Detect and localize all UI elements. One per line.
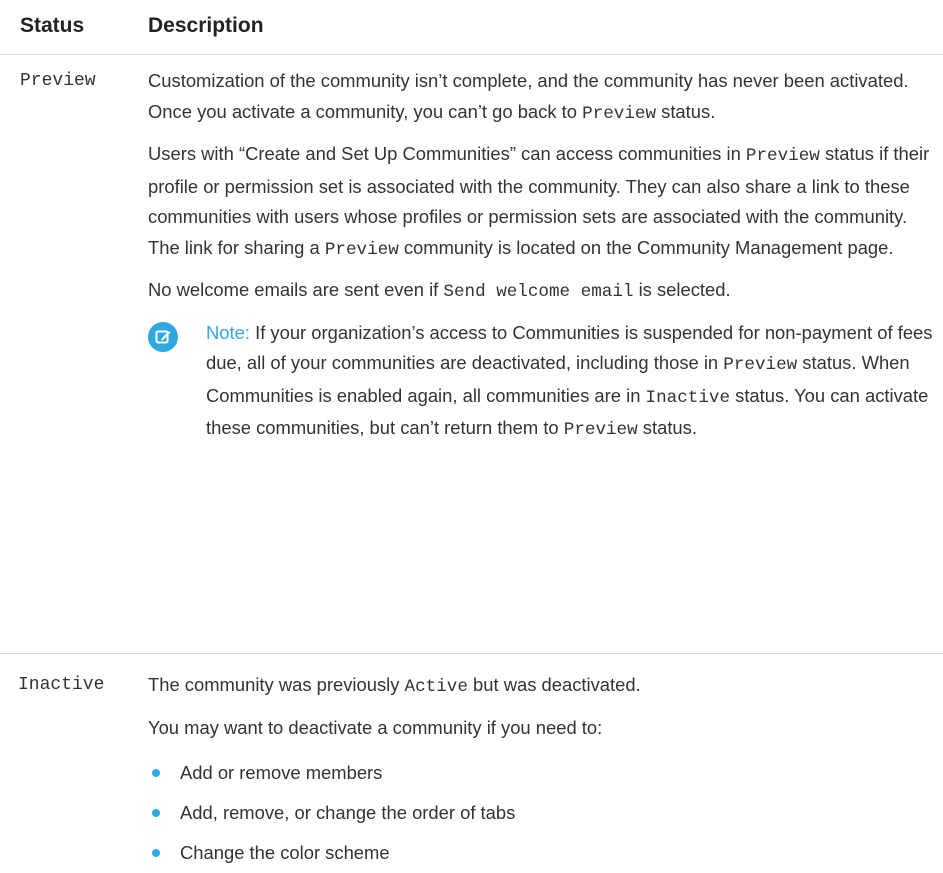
note-edit-icon-glyph [155, 330, 171, 343]
text-run: status. [637, 417, 697, 438]
description-inactive: The community was previously Active but … [148, 670, 933, 873]
list-item: Change the color scheme [148, 833, 933, 873]
description-column-header: Description [148, 14, 264, 37]
code-active: Active [404, 677, 468, 697]
code-inactive: Inactive [645, 387, 731, 408]
text-run: Customization of the community isn’t com… [148, 70, 909, 122]
code-send-welcome-email: Send welcome email [443, 282, 634, 302]
text-run: status. [656, 100, 716, 122]
code-preview: Preview [745, 146, 820, 166]
text-run: Users with “Create and Set Up Communitie… [148, 143, 746, 164]
status-column-header: Status [20, 14, 85, 37]
inactive-paragraph-1: The community was previously Active but … [148, 670, 933, 703]
text-run: but was deactivated. [467, 674, 641, 695]
preview-paragraph-3: No welcome emails are sent even if Send … [148, 275, 933, 308]
status-inactive: Inactive [18, 675, 105, 695]
list-item-text: Add or remove members [180, 762, 383, 783]
code-preview: Preview [324, 239, 399, 260]
text-run: No welcome emails are sent even if [148, 279, 444, 300]
inactive-paragraph-2: You may want to deactivate a community i… [148, 716, 603, 738]
status-table: Status Description Preview Customization… [0, 0, 943, 863]
list-item-text: Add, remove, or change the order of tabs [180, 802, 516, 823]
code-preview: Preview [582, 103, 657, 124]
note-label: Note: [206, 321, 250, 343]
list-item: Add, remove, or change the order of tabs [148, 793, 933, 833]
code-preview: Preview [723, 355, 798, 375]
code-preview: Preview [563, 420, 638, 440]
list-item: Add or remove members [148, 753, 933, 793]
description-preview: Customization of the community isn’t com… [148, 66, 933, 446]
preview-paragraph-1: Customization of the community isn’t com… [148, 66, 933, 129]
status-preview: Preview [20, 71, 96, 91]
list-item-text: Change the color scheme [180, 842, 390, 863]
note-callout: Note: If your organization’s access to C… [148, 318, 933, 446]
bullet-icon [152, 809, 160, 817]
text-run: is selected. [633, 279, 731, 300]
note-edit-icon [148, 321, 178, 352]
table-row-preview: Preview Customization of the community i… [0, 55, 943, 654]
preview-paragraph-2: Users with “Create and Set Up Communitie… [148, 139, 933, 265]
text-run: The community was previously [148, 674, 405, 695]
bullet-icon [152, 849, 160, 857]
table-header: Status Description [0, 0, 943, 55]
bullet-icon [152, 769, 160, 777]
reasons-list: Add or remove members Add, remove, or ch… [148, 753, 933, 873]
text-run: community is located on the Community Ma… [398, 236, 894, 258]
